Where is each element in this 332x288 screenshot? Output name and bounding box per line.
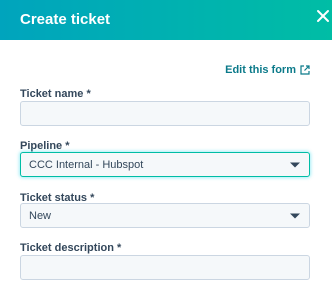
ticket-description-label: Ticket description * [20, 242, 122, 254]
dialog-title: Create ticket [20, 11, 111, 28]
pipeline-select[interactable]: CCC Internal - Hubspot [20, 152, 310, 177]
edit-form-link-label[interactable]: Edit this form [225, 63, 296, 77]
edit-form-link[interactable]: Edit this form [225, 63, 310, 77]
ticket-description-input[interactable] [20, 255, 310, 280]
ticket-status-value: New [29, 209, 52, 222]
ticket-status-select[interactable]: New [20, 203, 310, 228]
ticket-name-input[interactable] [20, 101, 310, 126]
chevron-down-icon [290, 213, 300, 218]
close-icon[interactable] [316, 9, 330, 23]
pipeline-label: Pipeline * [20, 140, 70, 152]
external-link-icon [300, 65, 310, 75]
ticket-name-label: Ticket name * [20, 88, 91, 100]
dialog-header: Create ticket [0, 0, 332, 40]
pipeline-value: CCC Internal - Hubspot [29, 158, 144, 171]
chevron-down-icon [290, 162, 300, 167]
